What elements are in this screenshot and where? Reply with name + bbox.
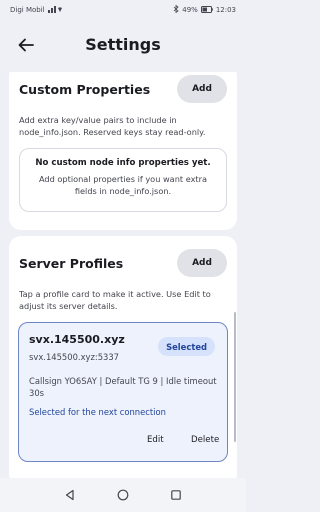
time-label: 12:03: [215, 6, 236, 14]
empty-state-text: Add optional properties if you want extr…: [38, 174, 208, 196]
profile-address: svx.145500.xyz:5337: [29, 352, 120, 362]
custom-properties-title: Custom Properties: [19, 82, 151, 97]
edit-profile-button[interactable]: Edit: [147, 435, 164, 445]
status-bar: Digi Mobil 49% 12:03: [0, 0, 246, 20]
nav-recents-button[interactable]: [167, 486, 185, 504]
bluetooth-icon: [173, 4, 179, 15]
nav-back-button[interactable]: [61, 486, 79, 504]
top-app-bar: Settings: [0, 20, 246, 72]
add-server-profile-button[interactable]: Add: [177, 249, 227, 277]
nav-home-icon: [117, 486, 129, 505]
server-profile-card[interactable]: svx.145500.xyz svx.145500.xyz:5337 Selec…: [18, 322, 228, 462]
profile-info: Callsign YO6SAY | Default TG 9 | Idle ti…: [29, 376, 217, 398]
settings-scroll-area[interactable]: Custom Properties Add Add extra key/valu…: [0, 72, 246, 478]
custom-properties-empty-state: No custom node info properties yet. Add …: [19, 148, 227, 212]
profile-status: Selected for the next connection: [29, 407, 166, 417]
custom-properties-description: Add extra key/value pairs to include in …: [19, 115, 206, 137]
server-profiles-description: Tap a profile card to make it active. Us…: [19, 289, 211, 311]
status-right: 49% 12:03: [173, 4, 236, 15]
system-nav-bar: [0, 478, 246, 512]
custom-properties-card: Custom Properties Add Add extra key/valu…: [9, 72, 237, 230]
add-custom-property-button[interactable]: Add: [177, 75, 227, 103]
server-profiles-card: Server Profiles Add Tap a profile card t…: [9, 236, 237, 478]
battery-label: 49%: [182, 6, 198, 14]
server-profiles-title: Server Profiles: [19, 256, 124, 271]
selected-badge: Selected: [158, 337, 215, 356]
profile-name: svx.145500.xyz: [29, 333, 125, 346]
nav-home-button[interactable]: [114, 486, 132, 504]
nav-recents-icon: [170, 486, 182, 505]
page-title: Settings: [85, 35, 161, 54]
scrollbar[interactable]: [234, 312, 236, 442]
empty-state-title: No custom node info properties yet.: [35, 158, 211, 168]
status-left: Digi Mobil: [10, 5, 62, 15]
battery-icon: [200, 5, 213, 15]
nav-back-icon: [64, 486, 76, 505]
carrier-label: Digi Mobil: [10, 6, 45, 14]
delete-profile-button[interactable]: Delete: [191, 435, 219, 445]
signal-icon: [47, 5, 62, 15]
